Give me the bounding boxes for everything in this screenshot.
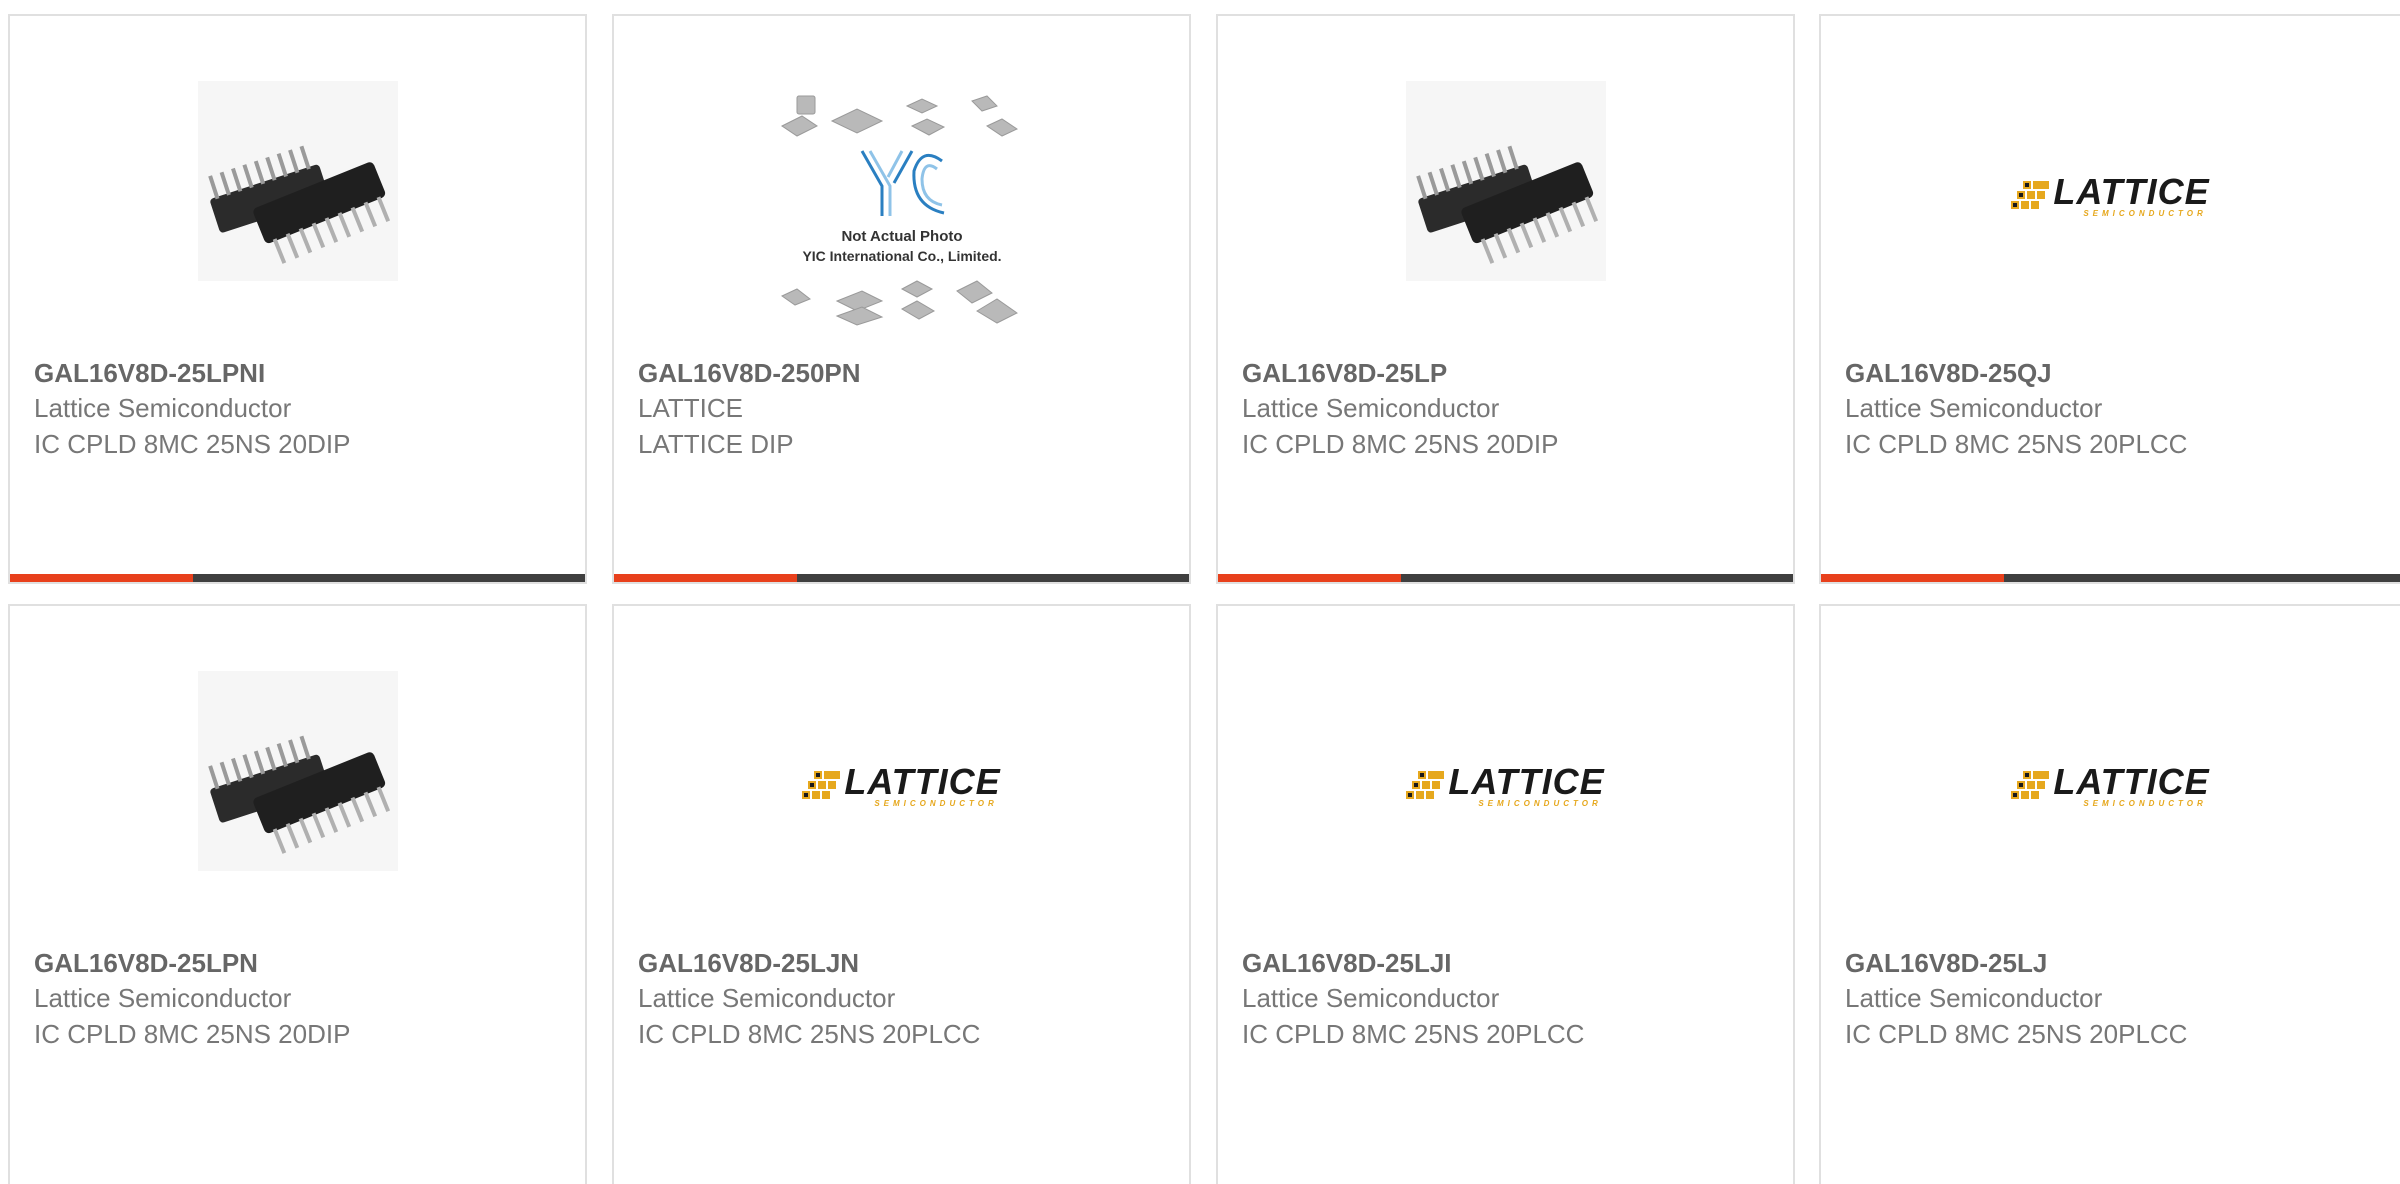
card-bar-accent — [1821, 574, 2004, 582]
description: IC CPLD 8MC 25NS 20DIP — [1242, 429, 1559, 459]
product-image[interactable]: LATTICE SEMICONDUCTOR — [1821, 116, 2400, 276]
description: IC CPLD 8MC 25NS 20PLCC — [1845, 429, 2188, 459]
lattice-grid-icon — [2011, 181, 2050, 209]
part-number[interactable]: GAL16V8D-25LJI — [1242, 946, 1773, 980]
product-image[interactable]: LATTICE SEMICONDUCTOR — [1218, 706, 1793, 866]
product-grid: GAL16V8D-25LPNI Lattice Semiconductor IC… — [0, 0, 2400, 1184]
description: IC CPLD 8MC 25NS 20PLCC — [638, 1019, 981, 1049]
product-card[interactable]: GAL16V8D-25LP Lattice Semiconductor IC C… — [1216, 14, 1795, 584]
product-card[interactable]: Not Actual Photo YIC International Co., … — [612, 14, 1191, 584]
card-bar — [1218, 574, 1793, 582]
product-card[interactable]: LATTICE SEMICONDUCTOR GAL16V8D-25LJN Lat… — [612, 604, 1191, 1184]
lattice-logo: LATTICE SEMICONDUCTOR — [1406, 763, 1604, 808]
manufacturer: LATTICE — [638, 393, 743, 423]
dip-chip-photo — [197, 81, 398, 281]
card-bar — [1821, 574, 2400, 582]
product-image[interactable]: Not Actual Photo YIC International Co., … — [614, 95, 1189, 326]
description: IC CPLD 8MC 25NS 20DIP — [34, 429, 351, 459]
product-card[interactable]: LATTICE SEMICONDUCTOR GAL16V8D-25LJ Latt… — [1819, 604, 2400, 1184]
manufacturer: Lattice Semiconductor — [638, 983, 896, 1013]
product-card[interactable]: GAL16V8D-25LPN Lattice Semiconductor IC … — [8, 604, 587, 1184]
part-number[interactable]: GAL16V8D-25LPN — [34, 946, 565, 980]
product-card[interactable]: LATTICE SEMICONDUCTOR GAL16V8D-25QJ Latt… — [1819, 14, 2400, 584]
manufacturer: Lattice Semiconductor — [1845, 393, 2103, 423]
product-card[interactable]: LATTICE SEMICONDUCTOR GAL16V8D-25LJI Lat… — [1216, 604, 1795, 1184]
lattice-grid-icon — [2011, 771, 2050, 799]
lattice-logo: LATTICE SEMICONDUCTOR — [2011, 763, 2209, 808]
description: IC CPLD 8MC 25NS 20PLCC — [1242, 1019, 1585, 1049]
manufacturer: Lattice Semiconductor — [1845, 983, 2103, 1013]
yic-placeholder-image: Not Actual Photo YIC International Co., … — [780, 95, 1018, 326]
product-image[interactable] — [10, 76, 585, 286]
card-bar-accent — [1218, 574, 1401, 582]
manufacturer: Lattice Semiconductor — [34, 393, 292, 423]
card-bar-accent — [614, 574, 797, 582]
yic-logo — [860, 150, 944, 216]
part-number[interactable]: GAL16V8D-25LPNI — [34, 356, 565, 390]
description: IC CPLD 8MC 25NS 20DIP — [34, 1019, 351, 1049]
card-bar — [10, 574, 585, 582]
lattice-grid-icon — [802, 771, 841, 799]
card-bar-accent — [10, 574, 193, 582]
product-card[interactable]: GAL16V8D-25LPNI Lattice Semiconductor IC… — [8, 14, 587, 584]
svg-text:YIC International Co., Limited: YIC International Co., Limited. — [802, 248, 1001, 264]
product-image[interactable]: LATTICE SEMICONDUCTOR — [614, 706, 1189, 866]
product-image[interactable] — [10, 666, 585, 876]
description: IC CPLD 8MC 25NS 20PLCC — [1845, 1019, 2188, 1049]
lattice-logo: LATTICE SEMICONDUCTOR — [2011, 173, 2209, 218]
dip-chip-photo — [1405, 81, 1606, 281]
part-number[interactable]: GAL16V8D-25LP — [1242, 356, 1773, 390]
product-image[interactable] — [1218, 76, 1793, 286]
part-number[interactable]: GAL16V8D-25QJ — [1845, 356, 2380, 390]
card-bar — [614, 574, 1189, 582]
part-number[interactable]: GAL16V8D-25LJ — [1845, 946, 2380, 980]
manufacturer: Lattice Semiconductor — [34, 983, 292, 1013]
product-image[interactable]: LATTICE SEMICONDUCTOR — [1821, 706, 2400, 866]
manufacturer: Lattice Semiconductor — [1242, 393, 1500, 423]
svg-text:Not Actual Photo: Not Actual Photo — [841, 228, 962, 245]
part-number[interactable]: GAL16V8D-25LJN — [638, 946, 1169, 980]
manufacturer: Lattice Semiconductor — [1242, 983, 1500, 1013]
lattice-logo: LATTICE SEMICONDUCTOR — [802, 763, 1000, 808]
dip-chip-photo — [197, 671, 398, 871]
part-number[interactable]: GAL16V8D-250PN — [638, 356, 1169, 390]
lattice-grid-icon — [1406, 771, 1445, 799]
description: LATTICE DIP — [638, 429, 794, 459]
